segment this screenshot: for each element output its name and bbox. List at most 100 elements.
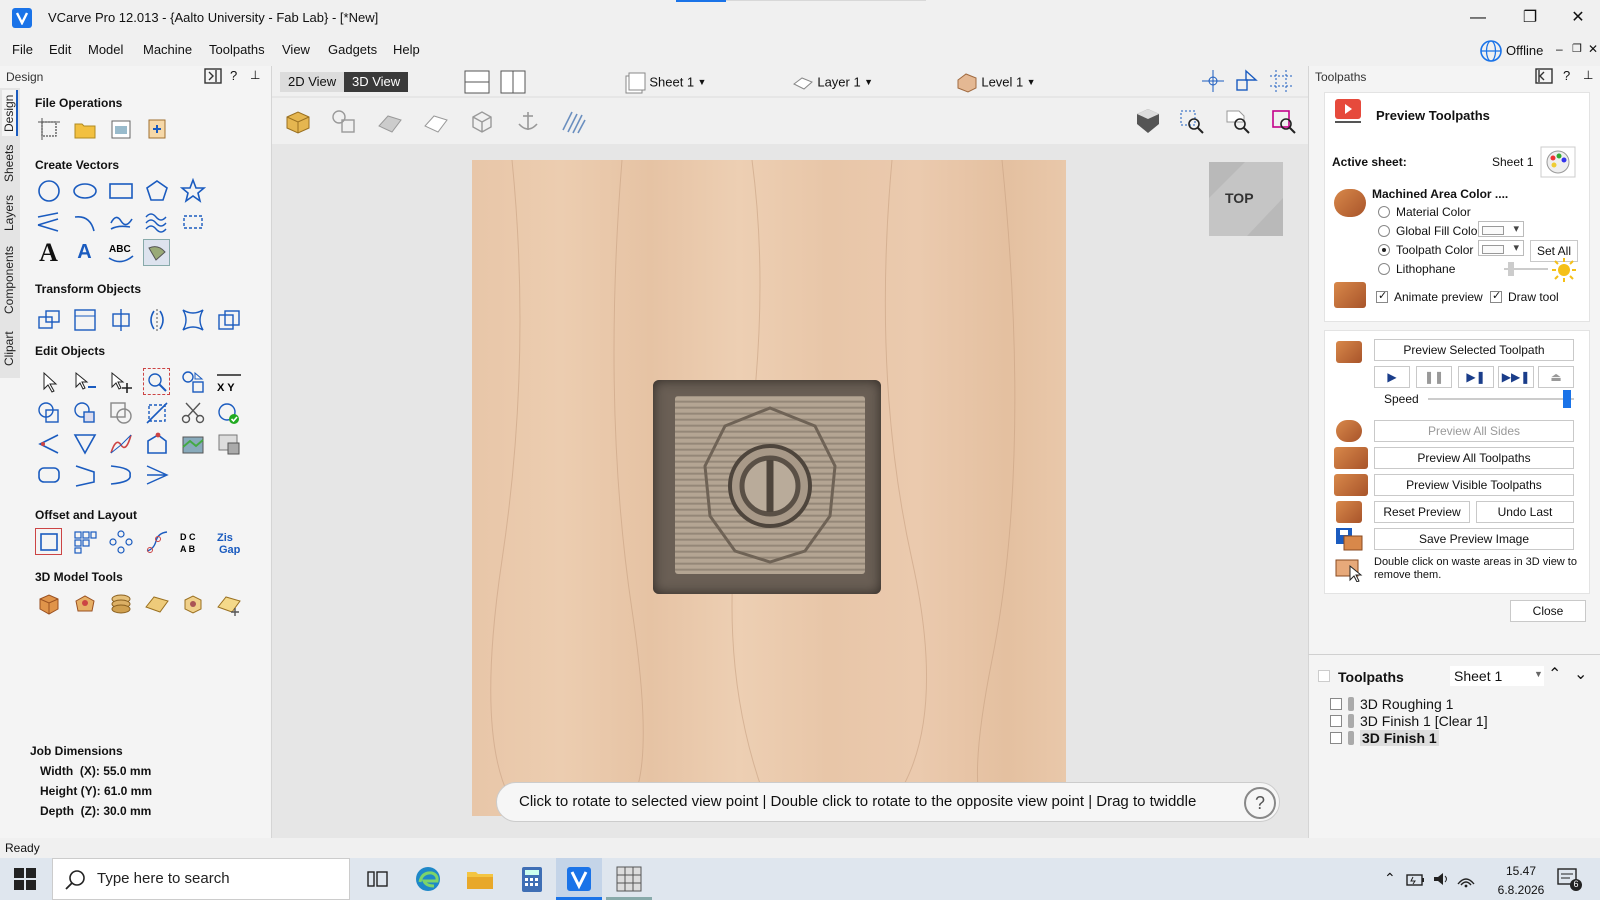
close-preview-button[interactable]: Close [1510,600,1586,622]
vector-texture-icon[interactable] [179,430,206,457]
menu-toolpaths[interactable]: Toolpaths [209,42,265,57]
group-icon[interactable] [179,368,206,395]
show-vectors-icon[interactable] [330,108,358,136]
pause-button[interactable]: ❚❚ [1416,366,1452,388]
weld-icon[interactable] [35,399,62,426]
animate-preview-checkbox[interactable] [1376,289,1388,303]
toolpath-checkbox-2[interactable] [1330,715,1342,727]
text-on-curve-icon[interactable]: ABC [107,239,134,266]
transform-select-icon[interactable] [107,368,134,395]
set-size-icon[interactable] [71,306,98,333]
undo-last-button[interactable]: Undo Last [1476,501,1574,523]
toolpath-checkbox-1[interactable] [1330,698,1342,710]
preview-all-toolpaths-button[interactable]: Preview All Toolpaths [1374,447,1574,469]
play-button[interactable]: ▶ [1374,366,1410,388]
draw-text-icon[interactable]: A [35,238,62,267]
import-3d-model-icon[interactable] [35,590,62,617]
distort-icon[interactable] [179,306,206,333]
taskbar-search[interactable]: Type here to search [52,858,350,900]
trace-bitmap-icon[interactable] [143,239,170,266]
rounded-rectangle-icon[interactable] [35,461,62,488]
trim-icon[interactable] [143,399,170,426]
measure-icon[interactable]: X Y [215,368,242,395]
tab-sheets[interactable]: Sheets [2,140,18,186]
toolpath-checkbox-3[interactable] [1330,732,1342,744]
import-vectors-icon[interactable] [107,115,134,142]
lithophane-slider-thumb[interactable] [1508,262,1514,276]
bezier-curve-icon[interactable] [107,461,134,488]
node-edit-icon[interactable] [71,368,98,395]
menu-model[interactable]: Model [88,42,123,57]
grid-icon[interactable] [1268,68,1294,94]
edge-browser-icon[interactable] [412,864,444,894]
toolpath-item-1[interactable]: 3D Roughing 1 [1360,696,1453,712]
interactive-trim-icon[interactable] [143,368,170,395]
maximize-button[interactable]: ❐ [1518,6,1542,30]
task-view-icon[interactable] [362,864,394,894]
extend-vector-icon[interactable] [71,461,98,488]
menu-machine[interactable]: Machine [143,42,192,57]
scale-icon[interactable] [215,306,242,333]
toolpath-color-radio[interactable] [1378,244,1390,256]
smooth-curve-icon[interactable] [107,430,134,457]
subtract-icon[interactable] [71,399,98,426]
anchor-icon[interactable] [514,108,542,136]
create-model-icon[interactable] [215,590,242,617]
app-taskbar-button[interactable] [606,858,652,900]
auto-layout-text-icon[interactable]: A [71,239,98,266]
show-hidden-icons[interactable]: ⌃ [1384,870,1396,887]
color-palette-icon[interactable] [1540,146,1576,178]
global-fill-radio[interactable] [1378,225,1390,237]
intersect-icon[interactable] [107,399,134,426]
help-icon[interactable]: ? [1244,787,1276,819]
lithophane-radio[interactable] [1378,263,1390,275]
toolpaths-all-checkbox[interactable] [1318,670,1330,682]
toolpath-item-3[interactable]: 3D Finish 1 [1360,730,1439,746]
move-down-icon[interactable]: ⌄ [1574,664,1587,684]
toolpath-color-picker[interactable] [1478,240,1524,256]
draw-star-icon[interactable] [179,177,206,204]
clipart-model-icon[interactable] [71,590,98,617]
save-preview-image-button[interactable]: Save Preview Image [1374,528,1574,550]
global-fill-color-picker[interactable] [1478,221,1524,237]
move-up-icon[interactable]: ⌃ [1548,664,1561,684]
sheet-selector[interactable]: Sheet 1 ▼ [624,70,706,94]
image-tool-icon[interactable] [215,430,242,457]
tab-design[interactable]: Design [2,90,18,136]
preview-visible-button[interactable]: Preview Visible Toolpaths [1374,474,1574,496]
menu-file[interactable]: File [12,42,33,57]
close-window-button[interactable]: ✕ [1566,6,1590,30]
split-horizontal-icon[interactable] [464,70,490,94]
wifi-icon[interactable] [1456,870,1476,888]
offset-icon[interactable] [35,528,62,555]
taskbar-date[interactable]: 6.8.2026 [1490,883,1552,897]
speed-slider-track[interactable] [1428,398,1574,400]
pin-icon[interactable]: ⊥ [1583,68,1593,82]
offline-restore-icon[interactable]: ❐ [1572,42,1582,55]
file-explorer-icon[interactable] [464,864,496,894]
join-vectors-icon[interactable] [143,430,170,457]
toolpath-sheet-dropdown[interactable]: Sheet 1 ▼ [1450,666,1544,686]
speed-slider-thumb[interactable] [1562,390,1571,408]
volume-icon[interactable] [1432,870,1452,888]
model-position-icon[interactable] [179,590,206,617]
draw-tool-checkbox[interactable] [1490,289,1502,303]
step-forward-button[interactable]: ▶❚ [1458,366,1494,388]
split-vertical-icon[interactable] [500,70,526,94]
offline-status[interactable]: Offline – ❐ ✕ [1476,37,1600,63]
tab-components[interactable]: Components [2,240,18,320]
level-selector[interactable]: Level 1 ▼ [956,70,1036,94]
select-icon[interactable] [35,368,62,395]
tab-clipart[interactable]: Clipart [2,324,18,374]
draw-dimension-icon[interactable] [179,208,206,235]
panel-help-icon[interactable]: ? [1563,68,1570,83]
align-center-icon[interactable] [107,306,134,333]
model-slice-icon[interactable] [143,590,170,617]
close-vectors-icon[interactable] [215,399,242,426]
create-fillet-lines-icon[interactable] [143,461,170,488]
zoom-box-icon[interactable] [1178,108,1206,136]
zoom-extents-icon[interactable] [1224,108,1252,136]
taskbar-time[interactable]: 15.47 [1496,864,1546,878]
rewind-button[interactable]: ⏏ [1538,366,1574,388]
pin-icon[interactable]: ⊥ [250,68,260,82]
